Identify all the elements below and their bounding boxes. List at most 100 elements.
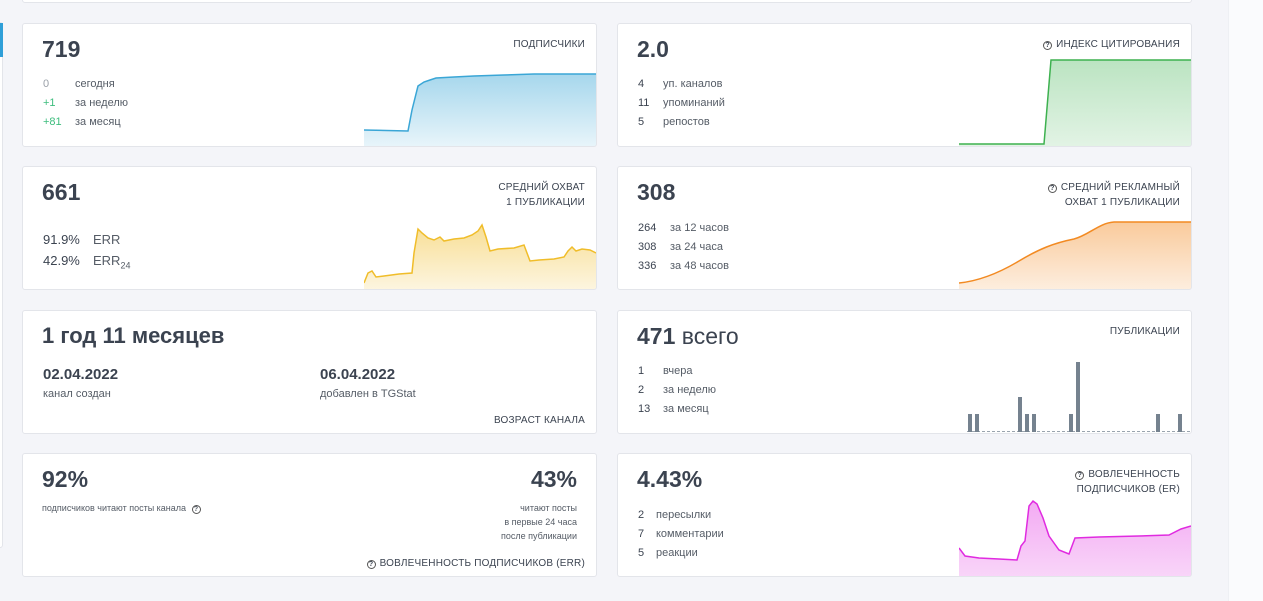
created-label: канал создан <box>43 388 111 400</box>
readers-24h-note: читают посты в первые 24 часа после публ… <box>501 503 577 541</box>
stat-value: 4 <box>638 78 645 90</box>
engagement-value: 4.43% <box>637 466 703 492</box>
engagement-er-card[interactable]: 4.43% ? ВОВЛЕЧЕННОСТЬ ПОДПИСЧИКОВ (ER) 2 пе… <box>617 453 1192 577</box>
readers-note: подписчиков читают посты канала ? <box>42 503 205 514</box>
added-label: добавлен в TGStat <box>320 388 416 400</box>
help-circle-icon[interactable]: ? <box>1047 184 1057 193</box>
publications-stats: 1 вчера 2 за неделю 13 за месяц <box>638 362 716 419</box>
help-circle-icon[interactable]: ? <box>1043 41 1053 50</box>
sidebar-edge <box>0 22 3 548</box>
stat-value: 2 <box>638 384 645 396</box>
average-reach-value: 661 <box>42 179 81 205</box>
channel-age-title: ВОЗРАСТ КАНАЛА <box>493 415 585 426</box>
stat-row: 5 репостов <box>638 113 725 132</box>
ad-reach-sparkline[interactable] <box>959 217 1191 289</box>
ad-reach-card[interactable]: 308 ? СРЕДНИЙ РЕКЛАМНЫЙ ОХВАТ 1 ПУБЛИКАЦИИ… <box>617 166 1192 290</box>
stat-value: +81 <box>43 116 62 128</box>
reach-sparkline[interactable] <box>364 217 596 289</box>
stat-label: реакции <box>656 547 698 559</box>
stat-row: 0 сегодня <box>43 75 128 94</box>
stat-row: 308 за 24 часа <box>638 238 729 257</box>
ad-reach-value: 308 <box>637 179 676 205</box>
stat-value: 0 <box>43 78 50 90</box>
stat-row: 2 за неделю <box>638 381 716 400</box>
stat-value: +1 <box>43 97 56 109</box>
publications-count: 471 всего <box>637 323 739 349</box>
subscribers-card[interactable]: 719 ПОДПИСЧИКИ 0 сегодня +1 за неделю +81 з… <box>22 23 597 147</box>
err24-subscript: 24 <box>120 260 131 271</box>
publications-card[interactable]: 471 всего ПУБЛИКАЦИИ 1 вчера 2 за неделю 1… <box>617 310 1192 434</box>
help-circle-icon[interactable]: ? <box>1075 471 1085 480</box>
citation-sparkline[interactable] <box>959 56 1191 146</box>
average-reach-title: СРЕДНИЙ ОХВАТ 1 ПУБЛИКАЦИИ <box>498 182 585 208</box>
stat-row: 264 за 12 часов <box>638 219 729 238</box>
channel-age-value: 1 год 11 месяцев <box>42 323 225 348</box>
citation-index-card[interactable]: 2.0 ? ИНДЕКС ЦИТИРОВАНИЯ 4 уп. каналов 11 у… <box>617 23 1192 147</box>
publications-title: ПУБЛИКАЦИИ <box>1109 326 1180 337</box>
stat-value: 13 <box>638 403 651 415</box>
subscribers-count: 719 <box>42 36 81 62</box>
stat-row: +1 за неделю <box>43 94 128 113</box>
created-date: 02.04.2022 <box>43 366 119 383</box>
stat-row: 11 упоминаний <box>638 94 725 113</box>
stat-label: упоминаний <box>663 97 725 109</box>
engagement-stats: 2 пересылки 7 комментарии 5 реакции <box>638 506 724 563</box>
added-date-block: 06.04.2022 добавлен в TGStat <box>320 366 416 400</box>
err24-label: ERR <box>93 253 121 268</box>
subscribers-title: ПОДПИСЧИКИ <box>513 39 585 50</box>
stat-row: 13 за месяц <box>638 400 716 419</box>
err-value: 91.9% <box>43 232 80 247</box>
stat-value: 1 <box>638 365 645 377</box>
stat-value: 11 <box>638 97 650 109</box>
stat-label: репостов <box>663 116 710 128</box>
err-stats: 91.9% ERR 42.9% ERR24 <box>43 229 130 277</box>
stat-label: комментарии <box>656 528 724 540</box>
stat-value: 5 <box>638 547 645 559</box>
stat-label: за месяц <box>75 116 121 128</box>
err-label: ERR <box>93 232 121 247</box>
help-circle-icon[interactable]: ? <box>366 560 376 569</box>
ad-reach-stats: 264 за 12 часов 308 за 24 часа 336 за 48 ча… <box>638 219 729 276</box>
stat-row: 7 комментарии <box>638 525 724 544</box>
citation-index-title: ? ИНДЕКС ЦИТИРОВАНИЯ <box>1043 37 1180 52</box>
stat-value: 2 <box>638 509 645 521</box>
previous-card-edge <box>22 0 1192 3</box>
stat-label: пересылки <box>656 509 712 521</box>
stat-label: сегодня <box>75 78 115 90</box>
stat-value: 7 <box>638 528 645 540</box>
stat-row: 5 реакции <box>638 544 724 563</box>
stat-label: за 24 часа <box>670 241 723 253</box>
stat-row: 336 за 48 часов <box>638 257 729 276</box>
created-date-block: 02.04.2022 канал создан <box>43 366 118 400</box>
readers-err-card[interactable]: 92% подписчиков читают посты канала ? 43… <box>22 453 597 577</box>
readers-percent: 92% <box>42 466 89 492</box>
stat-row: 1 вчера <box>638 362 716 381</box>
sidebar-active-marker <box>0 23 3 57</box>
stat-label: за неделю <box>663 384 717 396</box>
stat-row: 4 уп. каналов <box>638 75 725 94</box>
subscribers-sparkline[interactable] <box>364 66 596 146</box>
citation-index-value: 2.0 <box>637 36 669 62</box>
ad-reach-title: ? СРЕДНИЙ РЕКЛАМНЫЙ ОХВАТ 1 ПУБЛИКАЦИИ <box>1047 180 1180 210</box>
subscribers-stats: 0 сегодня +1 за неделю +81 за месяц <box>43 75 128 132</box>
stat-label: вчера <box>663 365 693 377</box>
stat-label: за месяц <box>663 403 709 415</box>
stat-value: 5 <box>638 116 645 128</box>
err24-row: 42.9% ERR24 <box>43 250 130 277</box>
channel-age-card[interactable]: 1 год 11 месяцев 02.04.2022 канал создан… <box>22 310 597 434</box>
stat-value: 336 <box>638 260 657 272</box>
engagement-sparkline[interactable] <box>959 496 1191 576</box>
stat-row: 2 пересылки <box>638 506 724 525</box>
average-reach-card[interactable]: 661 СРЕДНИЙ ОХВАТ 1 ПУБЛИКАЦИИ 91.9% ERR 4… <box>22 166 597 290</box>
stat-row: +81 за месяц <box>43 113 128 132</box>
added-date: 06.04.2022 <box>320 366 396 383</box>
help-circle-icon[interactable]: ? <box>191 505 201 514</box>
err-row: 91.9% ERR <box>43 229 130 250</box>
stat-value: 264 <box>638 222 657 234</box>
publications-bar-chart[interactable] <box>959 353 1191 433</box>
stat-label: за неделю <box>75 97 129 109</box>
stat-label: уп. каналов <box>663 78 723 90</box>
readers-err-title: ? ВОВЛЕЧЕННОСТЬ ПОДПИСЧИКОВ (ERR) <box>366 556 585 571</box>
right-panel-edge <box>1228 0 1263 601</box>
err24-value: 42.9% <box>43 253 80 268</box>
